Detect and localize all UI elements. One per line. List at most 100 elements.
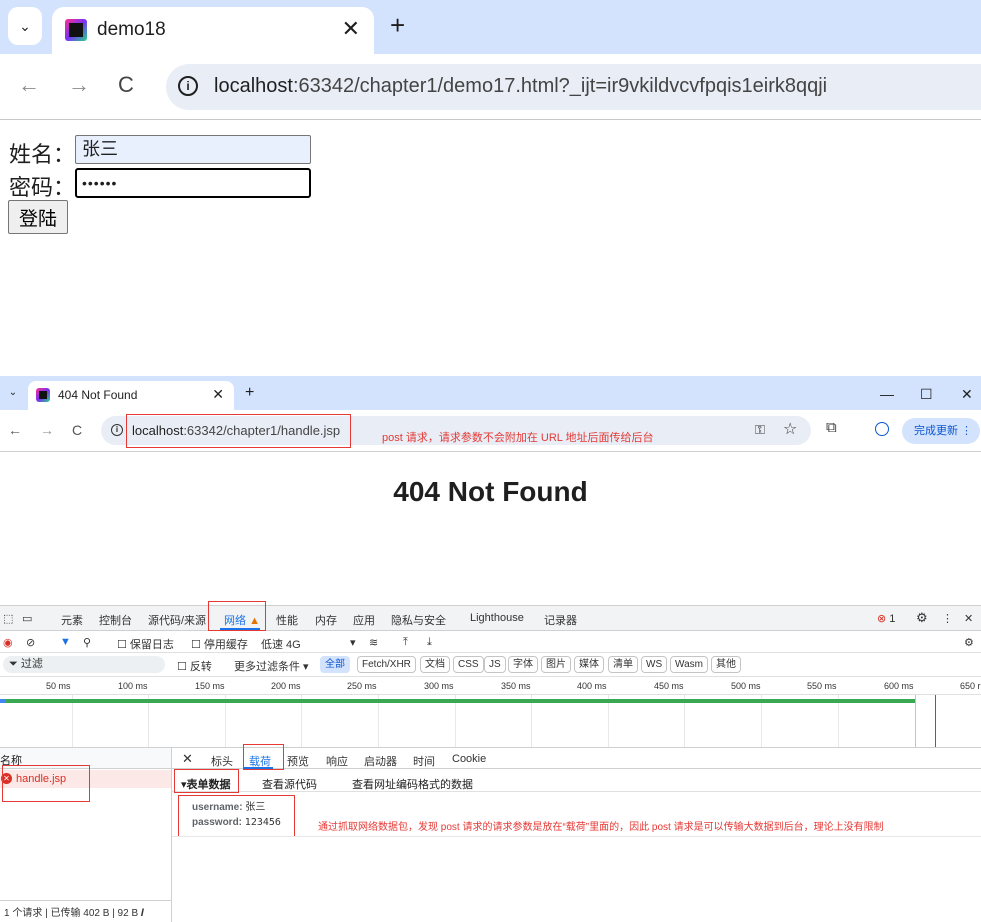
- login-button[interactable]: 登陆: [8, 200, 68, 234]
- tab-timing[interactable]: 时间: [413, 753, 435, 769]
- close-tab-icon[interactable]: ✕: [342, 16, 360, 42]
- tab-search-button[interactable]: ⌄: [8, 7, 42, 45]
- disable-cache-checkbox[interactable]: ☐ 停用缓存: [191, 636, 248, 652]
- site-info-icon[interactable]: i: [111, 424, 123, 436]
- chevron-down-icon: ⌄: [19, 17, 31, 34]
- close-detail-icon[interactable]: ✕: [182, 751, 193, 767]
- address-bar[interactable]: i localhost:63342/chapter1/demo17.html?_…: [166, 64, 981, 110]
- new-tab-icon[interactable]: +: [390, 10, 405, 41]
- star-icon[interactable]: ☆: [783, 419, 797, 439]
- page-heading: 404 Not Found: [393, 476, 588, 507]
- payload-annotation: 通过抓取网络数据包，发现 post 请求的请求参数是放在“载荷”里面的，因此 p…: [318, 822, 884, 833]
- extensions-icon[interactable]: ⧉: [826, 419, 837, 436]
- filter-icon[interactable]: ▼: [60, 636, 71, 648]
- clear-icon[interactable]: ⊘: [26, 636, 35, 649]
- password-input[interactable]: ••••••: [75, 168, 311, 198]
- forward-arrow-icon[interactable]: →: [68, 72, 90, 98]
- tab-demo18[interactable]: demo18 ✕: [52, 7, 374, 54]
- tab-title: demo18: [97, 19, 166, 40]
- chip-wasm[interactable]: Wasm: [670, 656, 708, 673]
- more-filters-dropdown[interactable]: 更多过滤条件 ▾: [234, 658, 309, 674]
- maximize-icon[interactable]: ☐: [920, 386, 933, 403]
- preserve-log-checkbox[interactable]: ☐ 保留日志: [117, 636, 174, 652]
- view-source-link[interactable]: 查看源代码: [262, 776, 317, 792]
- devtools-tab-application[interactable]: 应用: [353, 612, 375, 628]
- filter-input[interactable]: ⏷ 过滤: [3, 656, 165, 673]
- close-devtools-icon[interactable]: ✕: [964, 612, 973, 625]
- tab-response[interactable]: 响应: [326, 753, 348, 769]
- update-button[interactable]: 完成更新 ⋮: [902, 418, 980, 444]
- jetbrains-favicon-icon: [65, 19, 87, 41]
- inspect-icon[interactable]: ⬚: [3, 612, 13, 625]
- devtools-tab-console[interactable]: 控制台: [99, 612, 132, 628]
- chip-media[interactable]: 媒体: [574, 656, 604, 673]
- throttle-dropdown-icon[interactable]: ▾: [350, 636, 356, 649]
- devtools-tab-memory[interactable]: 内存: [315, 612, 337, 628]
- back-arrow-icon[interactable]: ←: [8, 422, 22, 438]
- devtools-tab-performance[interactable]: 性能: [276, 612, 298, 628]
- throttle-select[interactable]: 低速 4G: [261, 636, 301, 652]
- top-tab-strip: ⌄ demo18 ✕ +: [0, 0, 981, 54]
- profile-icon[interactable]: [875, 422, 889, 436]
- download-icon[interactable]: ⤓: [427, 636, 432, 649]
- tick-label: 450 ms: [654, 681, 684, 691]
- tab-initiator[interactable]: 启动器: [364, 753, 397, 769]
- chip-js[interactable]: JS: [484, 656, 506, 673]
- chip-manifest[interactable]: 清单: [608, 656, 638, 673]
- password-label: 密码：: [9, 176, 76, 201]
- wifi-conditions-icon[interactable]: ≋: [369, 636, 378, 649]
- new-tab-icon[interactable]: +: [245, 384, 254, 402]
- chip-font[interactable]: 字体: [508, 656, 538, 673]
- close-window-icon[interactable]: ✕: [961, 386, 973, 403]
- chip-all[interactable]: 全部: [320, 656, 350, 673]
- devtools-tab-recorder[interactable]: 记录器: [544, 612, 577, 628]
- chip-other[interactable]: 其他: [711, 656, 741, 673]
- site-info-icon[interactable]: i: [178, 76, 198, 96]
- url-text: localhost:63342/chapter1/demo17.html?_ij…: [214, 75, 828, 97]
- close-tab-icon[interactable]: ✕: [212, 386, 224, 403]
- tick-label: 600 ms: [884, 681, 914, 691]
- tab-search-button[interactable]: ⌄: [4, 383, 22, 403]
- network-tab-underline: [220, 628, 260, 630]
- tab-404[interactable]: 404 Not Found ✕: [28, 381, 234, 410]
- tab-preview[interactable]: 预览: [287, 753, 309, 769]
- settings-gear-icon[interactable]: ⚙: [916, 610, 928, 626]
- params-highlight-box: [178, 795, 295, 837]
- request-timing-start: [0, 699, 6, 703]
- tab-cookie[interactable]: Cookie: [452, 753, 486, 765]
- timeline-axis: 50 ms 100 ms 150 ms 200 ms 250 ms 300 ms…: [0, 677, 981, 695]
- devtools-tab-privacy[interactable]: 隐私与安全: [391, 612, 446, 628]
- chip-doc[interactable]: 文档: [420, 656, 450, 673]
- load-event-line: [935, 695, 936, 747]
- forward-arrow-icon[interactable]: →: [40, 422, 54, 438]
- jetbrains-favicon-icon: [36, 388, 50, 402]
- divider: [172, 836, 981, 837]
- tab-headers[interactable]: 标头: [211, 753, 233, 769]
- name-label: 姓名：: [9, 143, 76, 168]
- chip-fetch-xhr[interactable]: Fetch/XHR: [357, 656, 416, 673]
- more-options-icon[interactable]: ⋮: [942, 612, 953, 625]
- funnel-icon: ⏷: [9, 658, 18, 670]
- upload-icon[interactable]: ⤒: [403, 636, 408, 649]
- devtools-tab-elements[interactable]: 元素: [61, 612, 83, 628]
- chip-css[interactable]: CSS: [453, 656, 484, 673]
- network-settings-gear-icon[interactable]: ⚙: [964, 636, 974, 649]
- reload-icon[interactable]: C: [118, 72, 134, 98]
- error-count-badge[interactable]: ⊗ 1: [877, 612, 895, 625]
- minimize-icon[interactable]: —: [880, 386, 894, 402]
- invert-checkbox[interactable]: ☐ 反转: [177, 658, 212, 674]
- tick-label: 350 ms: [501, 681, 531, 691]
- record-icon[interactable]: ◉: [3, 636, 13, 649]
- search-icon[interactable]: ⚲: [83, 636, 91, 649]
- devtools-tab-lighthouse[interactable]: Lighthouse: [470, 612, 524, 624]
- name-input[interactable]: 张三: [75, 135, 311, 164]
- back-arrow-icon[interactable]: ←: [18, 72, 40, 98]
- devtools-tab-sources[interactable]: 源代码/来源: [148, 612, 206, 628]
- chip-img[interactable]: 图片: [541, 656, 571, 673]
- request-summary: 1 个请求 | 已传输 402 B | 92 B 𝑰: [0, 900, 172, 922]
- device-toolbar-icon[interactable]: ▭: [22, 612, 32, 625]
- key-icon[interactable]: ⚿: [755, 422, 765, 438]
- chip-ws[interactable]: WS: [641, 656, 668, 673]
- view-urlencoded-link[interactable]: 查看网址编码格式的数据: [352, 776, 473, 792]
- reload-icon[interactable]: C: [72, 422, 82, 438]
